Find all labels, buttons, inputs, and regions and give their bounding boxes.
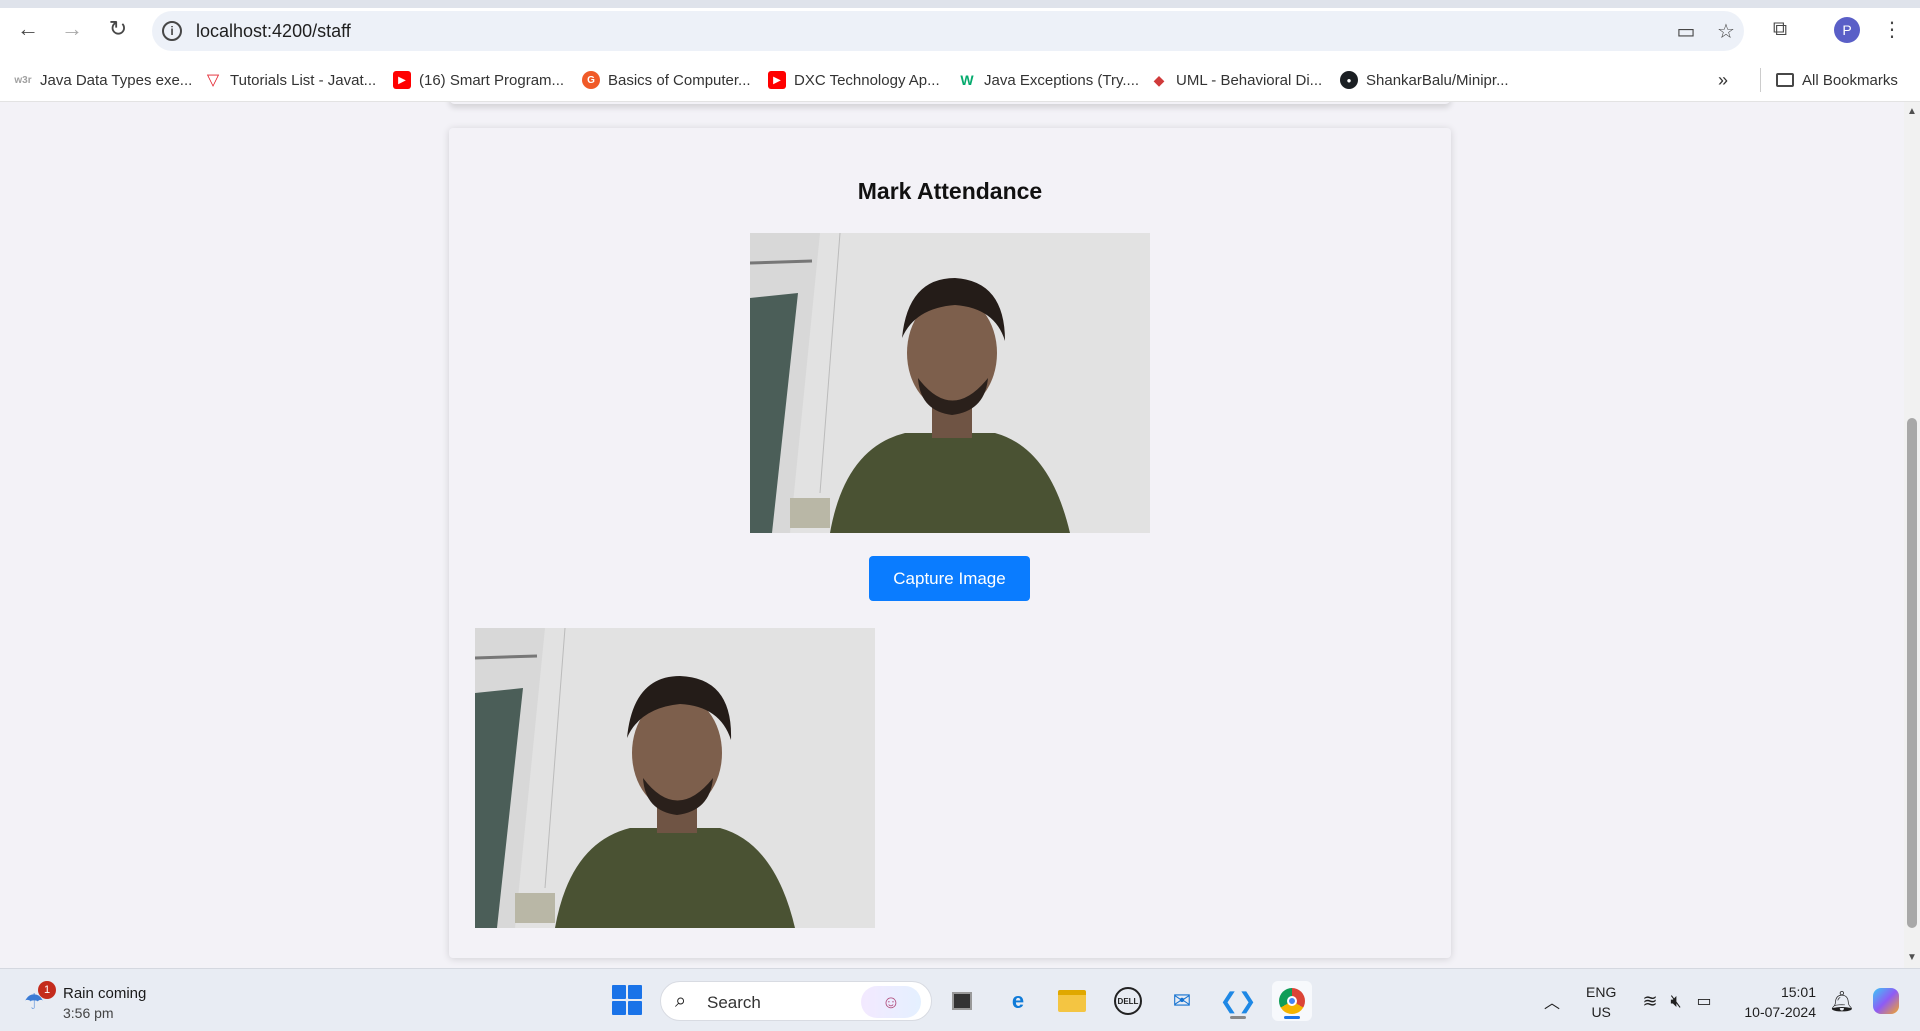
notification-bell-icon[interactable]: 🔔︎	[1822, 981, 1862, 1021]
bookmarks-bar: w3r Java Data Types exe... ▽ Tutorials L…	[0, 58, 1920, 102]
geeks-icon: G	[582, 71, 600, 89]
w3schools-icon: w3r	[14, 74, 32, 86]
file-explorer-icon[interactable]	[1052, 981, 1092, 1021]
scroll-down-arrow-icon[interactable]: ▼	[1907, 952, 1917, 963]
bookmark-label: UML - Behavioral Di...	[1176, 71, 1323, 89]
back-button[interactable]: ←	[14, 15, 42, 43]
tab-strip	[0, 0, 1920, 8]
battery-icon[interactable]: ▭	[1684, 981, 1724, 1021]
uml-diamond-icon: ◆	[1153, 71, 1165, 88]
task-view-icon[interactable]	[942, 981, 982, 1021]
bookmark-item[interactable]: W Java Exceptions (Try....	[958, 68, 1139, 92]
extensions-icon[interactable]: ⧉	[1766, 15, 1794, 43]
menu-kebab-icon[interactable]: ⋮	[1878, 15, 1906, 43]
captured-image	[475, 628, 875, 928]
weather-widget[interactable]: ☂ 1 Rain coming 3:56 pm	[24, 979, 184, 1023]
clock-time: 15:01	[1780, 984, 1816, 1000]
start-button[interactable]	[612, 985, 642, 1015]
page-viewport: Mark Attendance Capture Image	[0, 102, 1904, 968]
bookmark-star-icon[interactable]: ☆	[1714, 19, 1738, 43]
input-language[interactable]: ENG US	[1586, 982, 1616, 1022]
bookmark-label: Basics of Computer...	[608, 71, 751, 89]
all-bookmarks-label: All Bookmarks	[1802, 71, 1898, 89]
page-title: Mark Attendance	[857, 178, 1043, 204]
bookmark-label: (16) Smart Program...	[419, 71, 565, 89]
windows-logo-tile	[612, 1001, 626, 1015]
taskbar-search[interactable]: ⌕ Search ☺	[660, 981, 932, 1021]
youtube-icon: ▶	[768, 71, 786, 89]
copilot-icon[interactable]	[1866, 981, 1906, 1021]
scroll-up-arrow-icon[interactable]: ▲	[1907, 106, 1917, 117]
youtube-icon: ▶	[393, 71, 411, 89]
running-indicator	[1230, 1016, 1246, 1019]
bookmark-item[interactable]: ◆ UML - Behavioral Di...	[1150, 68, 1323, 92]
more-bookmarks-chevron-icon[interactable]: »	[1718, 68, 1728, 92]
search-label: Search	[707, 993, 761, 1012]
site-info-icon[interactable]: i	[162, 21, 182, 41]
show-hidden-icons-chevron-icon[interactable]: ︿	[1532, 981, 1572, 1021]
browser-toolbar: ← → ↻ i localhost:4200/staff ▭ ☆ ⧉ P ⋮	[0, 0, 1920, 58]
forward-button[interactable]: →	[58, 15, 86, 43]
bookmark-label: ShankarBalu/Minipr...	[1366, 71, 1509, 89]
camera-icon[interactable]: ▭	[1674, 19, 1698, 43]
weather-time: 3:56 pm	[63, 1005, 114, 1021]
active-indicator	[1284, 1016, 1300, 1019]
lang-region: US	[1591, 1004, 1611, 1020]
bookmark-item[interactable]: w3r Java Data Types exe...	[14, 68, 192, 92]
chrome-icon[interactable]	[1272, 981, 1312, 1021]
github-icon: ●	[1340, 71, 1358, 89]
bookmark-label: Tutorials List - Javat...	[230, 71, 377, 89]
windows-logo-tile	[612, 985, 626, 999]
divider	[1760, 68, 1761, 92]
attendance-card: Mark Attendance Capture Image	[449, 128, 1451, 958]
bookmark-item[interactable]: ● ShankarBalu/Minipr...	[1340, 68, 1509, 92]
system-clock[interactable]: 15:01 10-07-2024	[1736, 982, 1816, 1022]
w3-green-icon: W	[960, 72, 974, 88]
bookmark-label: DXC Technology Ap...	[794, 71, 940, 89]
windows-logo-tile	[628, 985, 642, 999]
bookmark-item[interactable]: ▽ Tutorials List - Javat...	[204, 68, 376, 92]
scroll-thumb[interactable]	[1907, 418, 1917, 928]
webcam-image	[750, 233, 1150, 533]
windows-taskbar: ☂ 1 Rain coming 3:56 pm ⌕ Search ☺ e DEL…	[0, 968, 1920, 1031]
clock-date: 10-07-2024	[1744, 1004, 1816, 1020]
bookmark-item[interactable]: G Basics of Computer...	[582, 68, 751, 92]
captured-photo	[475, 628, 875, 928]
edge-icon[interactable]: e	[998, 981, 1038, 1021]
lang-code: ENG	[1586, 984, 1617, 1000]
weather-title: Rain coming	[63, 985, 147, 1002]
vscode-icon[interactable]: ❮❯	[1218, 981, 1258, 1021]
bookmark-label: Java Data Types exe...	[40, 71, 193, 89]
profile-avatar[interactable]: P	[1834, 17, 1860, 43]
dell-icon[interactable]: DELL	[1108, 981, 1148, 1021]
mail-icon[interactable]: ✉	[1162, 981, 1202, 1021]
reload-button[interactable]: ↻	[104, 15, 132, 43]
bookmark-item[interactable]: ▶ (16) Smart Program...	[393, 68, 564, 92]
notification-badge: 1	[38, 981, 56, 999]
search-highlight-icon: ☺	[861, 986, 921, 1018]
bookmark-item[interactable]: ▶ DXC Technology Ap...	[768, 68, 940, 92]
search-icon: ⌕	[675, 990, 687, 1012]
bookmark-label: Java Exceptions (Try....	[984, 71, 1140, 89]
webcam-feed	[750, 233, 1150, 533]
address-bar[interactable]: i localhost:4200/staff ▭ ☆	[152, 11, 1744, 51]
capture-image-button[interactable]: Capture Image	[869, 556, 1030, 601]
windows-logo-tile	[628, 1001, 642, 1015]
all-bookmarks-button[interactable]: All Bookmarks	[1776, 68, 1898, 92]
url-text[interactable]: localhost:4200/staff	[196, 21, 351, 42]
previous-card-edge	[449, 102, 1451, 104]
page-scrollbar[interactable]: ▲ ▼	[1904, 102, 1920, 968]
javatpoint-icon: ▽	[206, 72, 220, 89]
folder-icon	[1776, 73, 1794, 87]
